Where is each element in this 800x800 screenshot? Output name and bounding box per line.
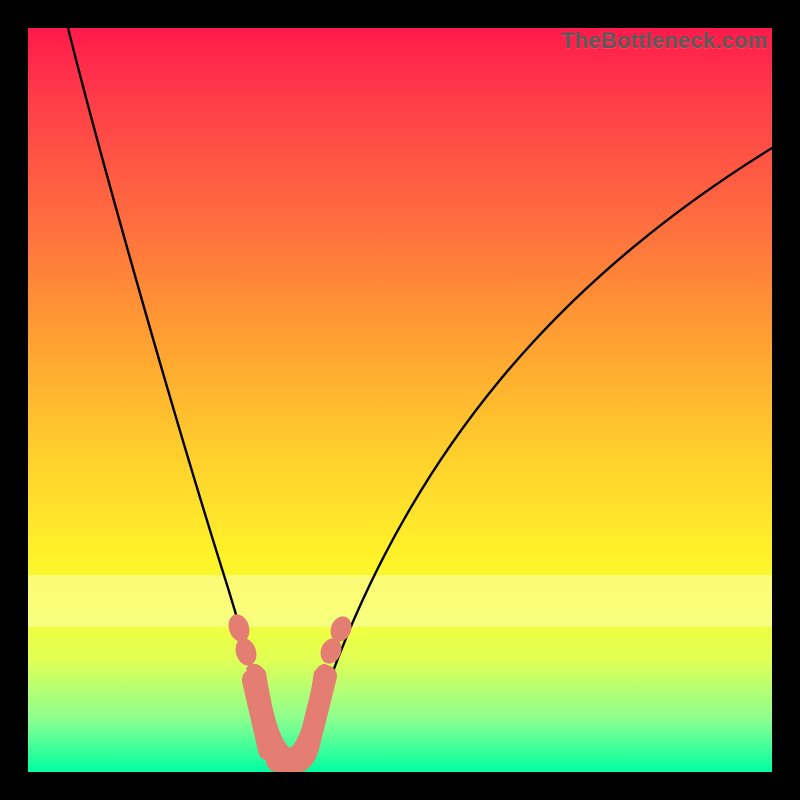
bottleneck-curve (68, 28, 772, 762)
salmon-valley-marker (225, 612, 355, 772)
watermark-text: TheBottleneck.com (562, 28, 768, 54)
chart-frame: TheBottleneck.com (0, 0, 800, 800)
chart-svg (28, 28, 772, 772)
plot-area: TheBottleneck.com (28, 28, 772, 772)
